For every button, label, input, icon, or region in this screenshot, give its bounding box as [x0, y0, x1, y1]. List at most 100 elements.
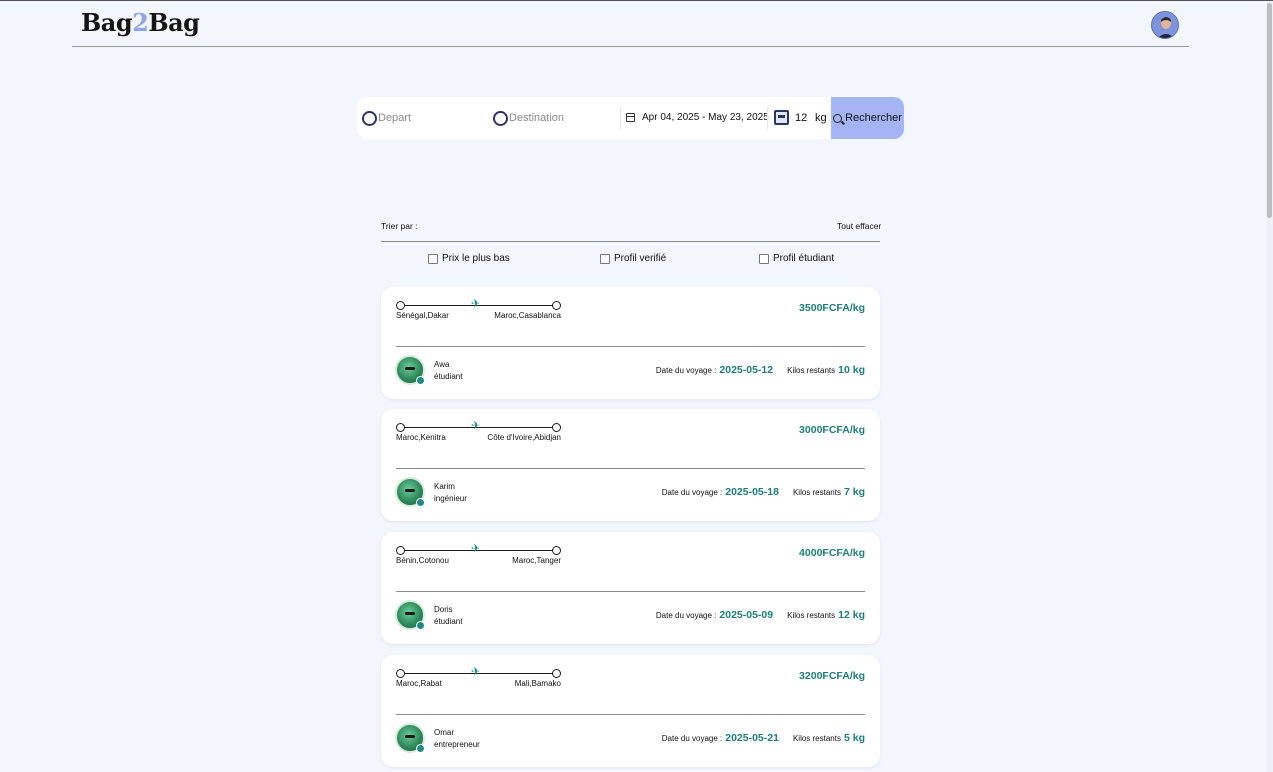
verified-badge-icon [416, 621, 425, 630]
traveler-role: ingénieur [434, 494, 467, 503]
filter-lowest-price[interactable]: Prix le plus bas [428, 253, 510, 264]
calendar-icon [626, 113, 635, 122]
route-destination: Maroc,Casablanca [494, 311, 561, 320]
route-origin: Maroc,Rabat [396, 679, 442, 688]
destination-input[interactable]: Destination [509, 112, 564, 124]
route-destination: Maroc,Tanger [512, 556, 561, 565]
avatar-eyes [405, 735, 415, 738]
listing-card[interactable]: ✈ Bénin,Cotonou Maroc,Tanger 4000FCFA/kg… [381, 532, 880, 644]
user-avatar-icon [1152, 12, 1178, 38]
traveler-role: étudiant [434, 617, 463, 626]
filter-verified-profile[interactable]: Profil verifié [600, 253, 666, 264]
trip-info: Date du voyage : 2025-05-21 Kilos restan… [662, 732, 865, 744]
price: 3000FCFA/kg [799, 424, 865, 436]
plane-icon: ✈ [471, 420, 481, 432]
listing-card[interactable]: ✈ Sénégal,Dakar Maroc,Casablanca 3500FCF… [381, 287, 880, 399]
divider [620, 107, 621, 129]
scrollbar-thumb[interactable] [1267, 3, 1272, 218]
divider [767, 107, 768, 129]
trip-info: Date du voyage : 2025-05-18 Kilos restan… [662, 486, 865, 498]
card-divider [396, 468, 865, 469]
listing-card[interactable]: ✈ Maroc,Kenitra Côte d'Ivoire,Abidjan 30… [381, 409, 880, 521]
kilos-label: Kilos restants [792, 488, 841, 497]
travel-date: 2025-05-12 [719, 364, 774, 376]
price: 4000FCFA/kg [799, 547, 865, 559]
kilos-label: Kilos restants [787, 366, 836, 375]
kilos-label: Kilos restants [792, 734, 841, 743]
kilos-remaining: 5 kg [843, 732, 865, 744]
traveler-name: Awa [434, 360, 450, 369]
page-scrollbar[interactable] [1266, 1, 1273, 772]
route-origin: Sénégal,Dakar [396, 311, 449, 320]
destination-dot [552, 301, 561, 310]
route-destination: Côte d'Ivoire,Abidjan [487, 433, 561, 442]
avatar-eyes [405, 367, 415, 370]
trip-info: Date du voyage : 2025-05-09 Kilos restan… [656, 609, 865, 621]
route-origin: Maroc,Kenitra [396, 433, 446, 442]
weight-unit: kg [815, 112, 827, 124]
search-button-label: Rechercher [845, 112, 902, 124]
card-divider [396, 714, 865, 715]
traveler-name: Karim [434, 482, 455, 491]
user-avatar[interactable] [1151, 11, 1179, 39]
plane-icon: ✈ [471, 666, 481, 678]
clear-all-button[interactable]: Tout effacer [837, 221, 881, 231]
filter-label: Prix le plus bas [442, 253, 510, 264]
route-origin: Bénin,Cotonou [396, 556, 449, 565]
price: 3500FCFA/kg [799, 302, 865, 314]
kilos-remaining: 12 kg [838, 609, 865, 621]
traveler-role: étudiant [434, 372, 463, 381]
filter-student-profile[interactable]: Profil étudiant [759, 253, 834, 264]
search-button[interactable]: Rechercher [831, 97, 904, 139]
route-line: ✈ [396, 298, 561, 311]
traveler-name: Doris [434, 605, 453, 614]
weight-input[interactable]: 12 [795, 112, 807, 124]
sort-divider [381, 241, 880, 242]
kilos-remaining: 7 kg [843, 486, 865, 498]
destination-circle-icon [493, 111, 508, 126]
price: 3200FCFA/kg [799, 670, 865, 682]
traveler-name: Omar [434, 728, 454, 737]
checkbox[interactable] [600, 253, 610, 264]
verified-badge-icon [416, 376, 425, 385]
kilos-remaining: 10 kg [838, 364, 865, 376]
route-destination: Mali,Bamako [514, 679, 561, 688]
plane-icon: ✈ [471, 298, 481, 310]
luggage-icon [774, 110, 789, 125]
listing-card[interactable]: ✈ Maroc,Rabat Mali,Bamako 3200FCFA/kg Om… [381, 655, 880, 767]
checkbox[interactable] [428, 253, 438, 264]
filter-label: Profil étudiant [773, 253, 835, 264]
date-range-picker[interactable]: Apr 04, 2025 - May 23, 2025 [642, 112, 769, 123]
card-divider [396, 591, 865, 592]
route-line: ✈ [396, 420, 561, 433]
travel-date: 2025-05-21 [725, 732, 779, 744]
departure-input[interactable]: Depart [378, 112, 411, 124]
traveler-role: entrepreneur [434, 740, 480, 749]
brand-logo[interactable]: Bag2Bag [81, 8, 200, 37]
checkbox[interactable] [759, 253, 769, 264]
search-icon [833, 113, 843, 123]
route-line: ✈ [396, 666, 561, 679]
avatar-eyes [405, 612, 415, 615]
destination-dot [552, 669, 561, 678]
date-label: Date du voyage : [655, 611, 717, 620]
verified-badge-icon [416, 744, 425, 753]
date-label: Date du voyage : [661, 488, 723, 497]
destination-dot [552, 546, 561, 555]
departure-circle-icon [362, 111, 377, 126]
plane-icon: ✈ [471, 543, 481, 555]
filter-label: Profil verifié [614, 253, 667, 264]
trip-info: Date du voyage : 2025-05-12 Kilos restan… [656, 364, 865, 376]
verified-badge-icon [416, 498, 425, 507]
travel-date: 2025-05-09 [719, 609, 774, 621]
sort-label: Trier par : [381, 221, 418, 231]
date-label: Date du voyage : [655, 366, 717, 375]
kilos-label: Kilos restants [787, 611, 836, 620]
avatar-eyes [405, 489, 415, 492]
card-divider [396, 346, 865, 347]
route-line: ✈ [396, 543, 561, 556]
travel-date: 2025-05-18 [725, 486, 779, 498]
search-bar: Depart Destination Apr 04, 2025 - May 23… [357, 97, 904, 139]
date-label: Date du voyage : [661, 734, 723, 743]
top-header: Bag2Bag [72, 1, 1189, 47]
